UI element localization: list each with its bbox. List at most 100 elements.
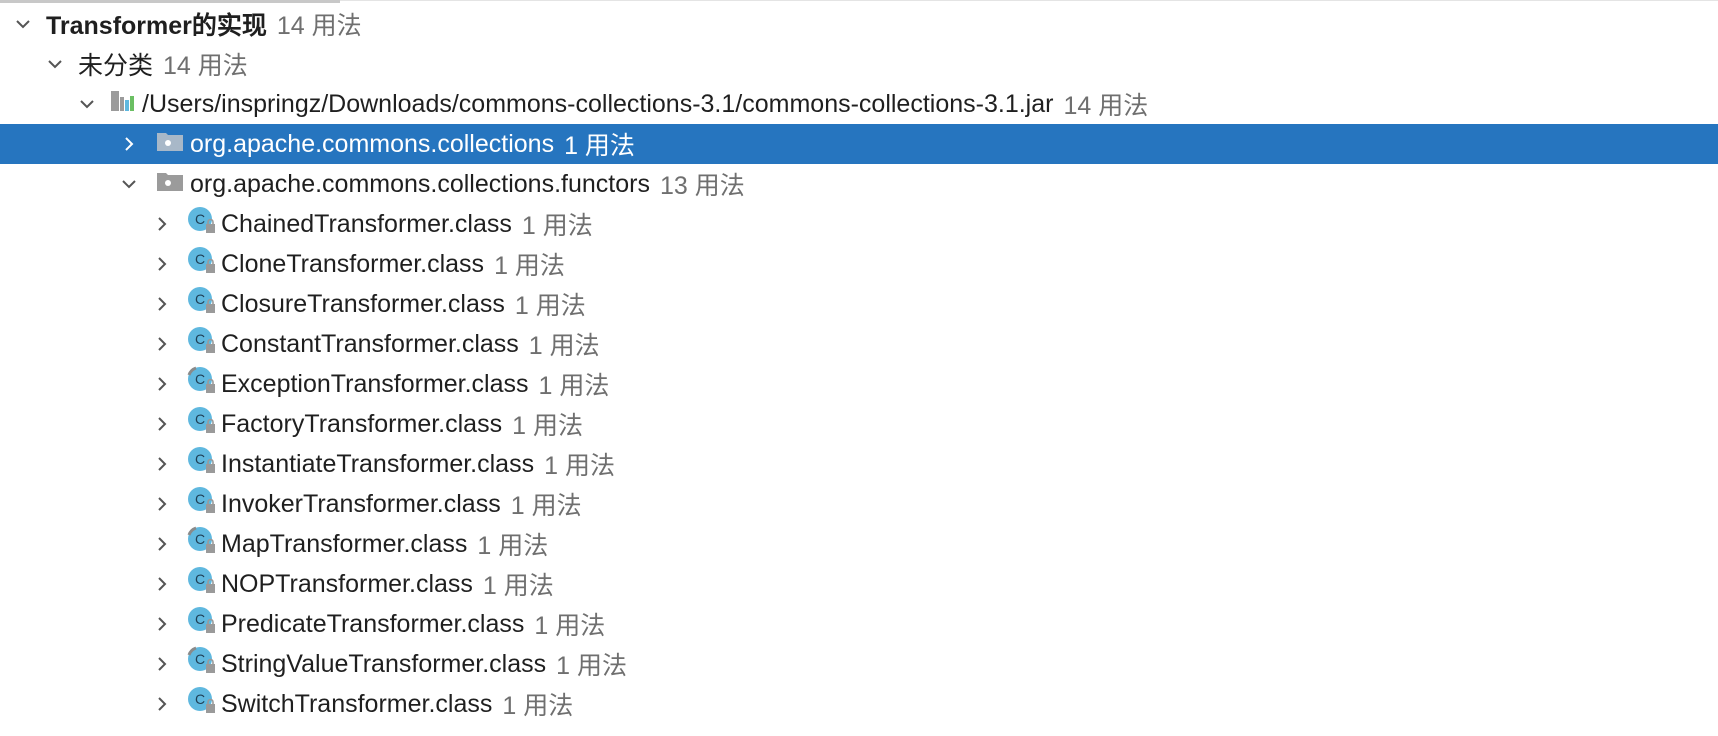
svg-text:C: C	[195, 691, 205, 707]
class-label: ExceptionTransformer.class	[221, 369, 529, 398]
class-icon: C	[187, 606, 217, 643]
class-pinned-icon: C	[187, 366, 217, 403]
chevron-right-icon[interactable]	[118, 133, 140, 155]
svg-text:C: C	[195, 411, 205, 427]
class-icon: C	[187, 206, 217, 243]
usage-count: 1 用法	[477, 532, 549, 560]
tree-node-class[interactable]: C ConstantTransformer.class 1 用法	[0, 324, 1718, 364]
usage-count: 13 用法	[659, 172, 745, 200]
usage-count: 1 用法	[534, 612, 606, 640]
svg-text:C: C	[195, 571, 205, 587]
class-icon: C	[187, 286, 217, 323]
package-icon	[156, 130, 184, 159]
chevron-right-icon[interactable]	[151, 493, 173, 515]
class-icon: C	[187, 406, 217, 443]
jar-label: /Users/inspringz/Downloads/commons-colle…	[142, 89, 1054, 118]
tree-node-class[interactable]: C CloneTransformer.class 1 用法	[0, 244, 1718, 284]
tree-node-class[interactable]: C InvokerTransformer.class 1 用法	[0, 484, 1718, 524]
chevron-down-icon[interactable]	[118, 173, 140, 195]
chevron-right-icon[interactable]	[151, 533, 173, 555]
class-icon: C	[187, 246, 217, 283]
tree-node-class[interactable]: C FactoryTransformer.class 1 用法	[0, 404, 1718, 444]
tree-node-jar[interactable]: /Users/inspringz/Downloads/commons-colle…	[0, 84, 1718, 124]
tree-node-class[interactable]: C MapTransformer.class 1 用法	[0, 524, 1718, 564]
class-list: C ChainedTransformer.class 1 用法 C CloneTrans…	[0, 204, 1718, 724]
class-label: ClosureTransformer.class	[221, 289, 505, 318]
class-label: InvokerTransformer.class	[221, 489, 501, 518]
svg-text:C: C	[195, 651, 205, 667]
chevron-right-icon[interactable]	[151, 653, 173, 675]
class-label: SwitchTransformer.class	[221, 689, 493, 718]
tree-node-class[interactable]: C PredicateTransformer.class 1 用法	[0, 604, 1718, 644]
class-pinned-icon: C	[187, 526, 217, 563]
usage-count: 1 用法	[512, 412, 583, 440]
tree-node-class[interactable]: C ExceptionTransformer.class 1 用法	[0, 364, 1718, 404]
class-icon: C	[187, 686, 217, 723]
chevron-right-icon[interactable]	[151, 573, 173, 595]
jar-library-icon	[110, 89, 138, 120]
chevron-right-icon[interactable]	[151, 253, 173, 275]
top-border	[340, 0, 1718, 1]
tree-node-class[interactable]: C InstantiateTransformer.class 1 用法	[0, 444, 1718, 484]
usage-count: 1 用法	[538, 372, 610, 400]
svg-text:C: C	[195, 291, 205, 307]
usage-count: 1 用法	[564, 132, 635, 160]
class-label: StringValueTransformer.class	[221, 649, 547, 678]
class-label: InstantiateTransformer.class	[221, 449, 535, 478]
package-icon	[156, 170, 184, 199]
chevron-right-icon[interactable]	[151, 693, 173, 715]
chevron-right-icon[interactable]	[151, 213, 173, 235]
class-label: NOPTransformer.class	[221, 569, 473, 598]
svg-text:C: C	[195, 491, 205, 507]
class-label: ConstantTransformer.class	[221, 329, 519, 358]
usages-tree: Transformer的实现 14 用法 未分类 14 用法 /Users/in…	[0, 4, 1718, 724]
usage-count: 1 用法	[521, 212, 593, 240]
class-icon: C	[187, 486, 217, 523]
root-label: Transformer的实现	[46, 12, 267, 40]
chevron-right-icon[interactable]	[151, 613, 173, 635]
usage-count: 14 用法	[1063, 92, 1149, 120]
chevron-right-icon[interactable]	[151, 373, 173, 395]
chevron-down-icon[interactable]	[12, 13, 34, 35]
svg-text:C: C	[195, 211, 205, 227]
chevron-right-icon[interactable]	[151, 453, 173, 475]
svg-text:C: C	[195, 331, 205, 347]
tree-node-class[interactable]: C StringValueTransformer.class 1 用法	[0, 644, 1718, 684]
svg-text:C: C	[195, 611, 205, 627]
chevron-right-icon[interactable]	[151, 413, 173, 435]
tab-indicator	[0, 0, 340, 3]
chevron-right-icon[interactable]	[151, 333, 173, 355]
tree-node-category[interactable]: 未分类 14 用法	[0, 44, 1718, 84]
usage-count: 14 用法	[163, 52, 248, 80]
svg-text:C: C	[195, 451, 205, 467]
class-label: PredicateTransformer.class	[221, 609, 525, 638]
usage-count: 1 用法	[556, 652, 627, 680]
class-label: FactoryTransformer.class	[221, 409, 503, 438]
svg-text:C: C	[195, 371, 205, 387]
tree-node-package-collections[interactable]: org.apache.commons.collections 1 用法	[0, 124, 1718, 164]
usage-count: 1 用法	[544, 452, 615, 480]
usage-count: 1 用法	[514, 292, 586, 320]
tree-node-root[interactable]: Transformer的实现 14 用法	[0, 4, 1718, 44]
tree-node-package-functors[interactable]: org.apache.commons.collections.functors …	[0, 164, 1718, 204]
class-label: ChainedTransformer.class	[221, 209, 512, 238]
class-pinned-icon: C	[187, 646, 217, 683]
usage-count: 1 用法	[510, 492, 582, 520]
class-icon: C	[187, 446, 217, 483]
chevron-down-icon[interactable]	[44, 53, 66, 75]
usage-count: 14 用法	[276, 12, 362, 40]
tree-node-class[interactable]: C NOPTransformer.class 1 用法	[0, 564, 1718, 604]
svg-text:C: C	[195, 531, 205, 547]
tree-node-class[interactable]: C ChainedTransformer.class 1 用法	[0, 204, 1718, 244]
class-label: MapTransformer.class	[221, 529, 468, 558]
chevron-down-icon[interactable]	[76, 93, 98, 115]
usage-count: 1 用法	[528, 332, 600, 360]
chevron-right-icon[interactable]	[151, 293, 173, 315]
usage-count: 1 用法	[482, 572, 554, 600]
tree-node-class[interactable]: C SwitchTransformer.class 1 用法	[0, 684, 1718, 724]
class-icon: C	[187, 326, 217, 363]
tree-node-class[interactable]: C ClosureTransformer.class 1 用法	[0, 284, 1718, 324]
package-label: org.apache.commons.collections	[190, 129, 555, 158]
usage-count: 1 用法	[502, 692, 574, 720]
class-icon: C	[187, 566, 217, 603]
